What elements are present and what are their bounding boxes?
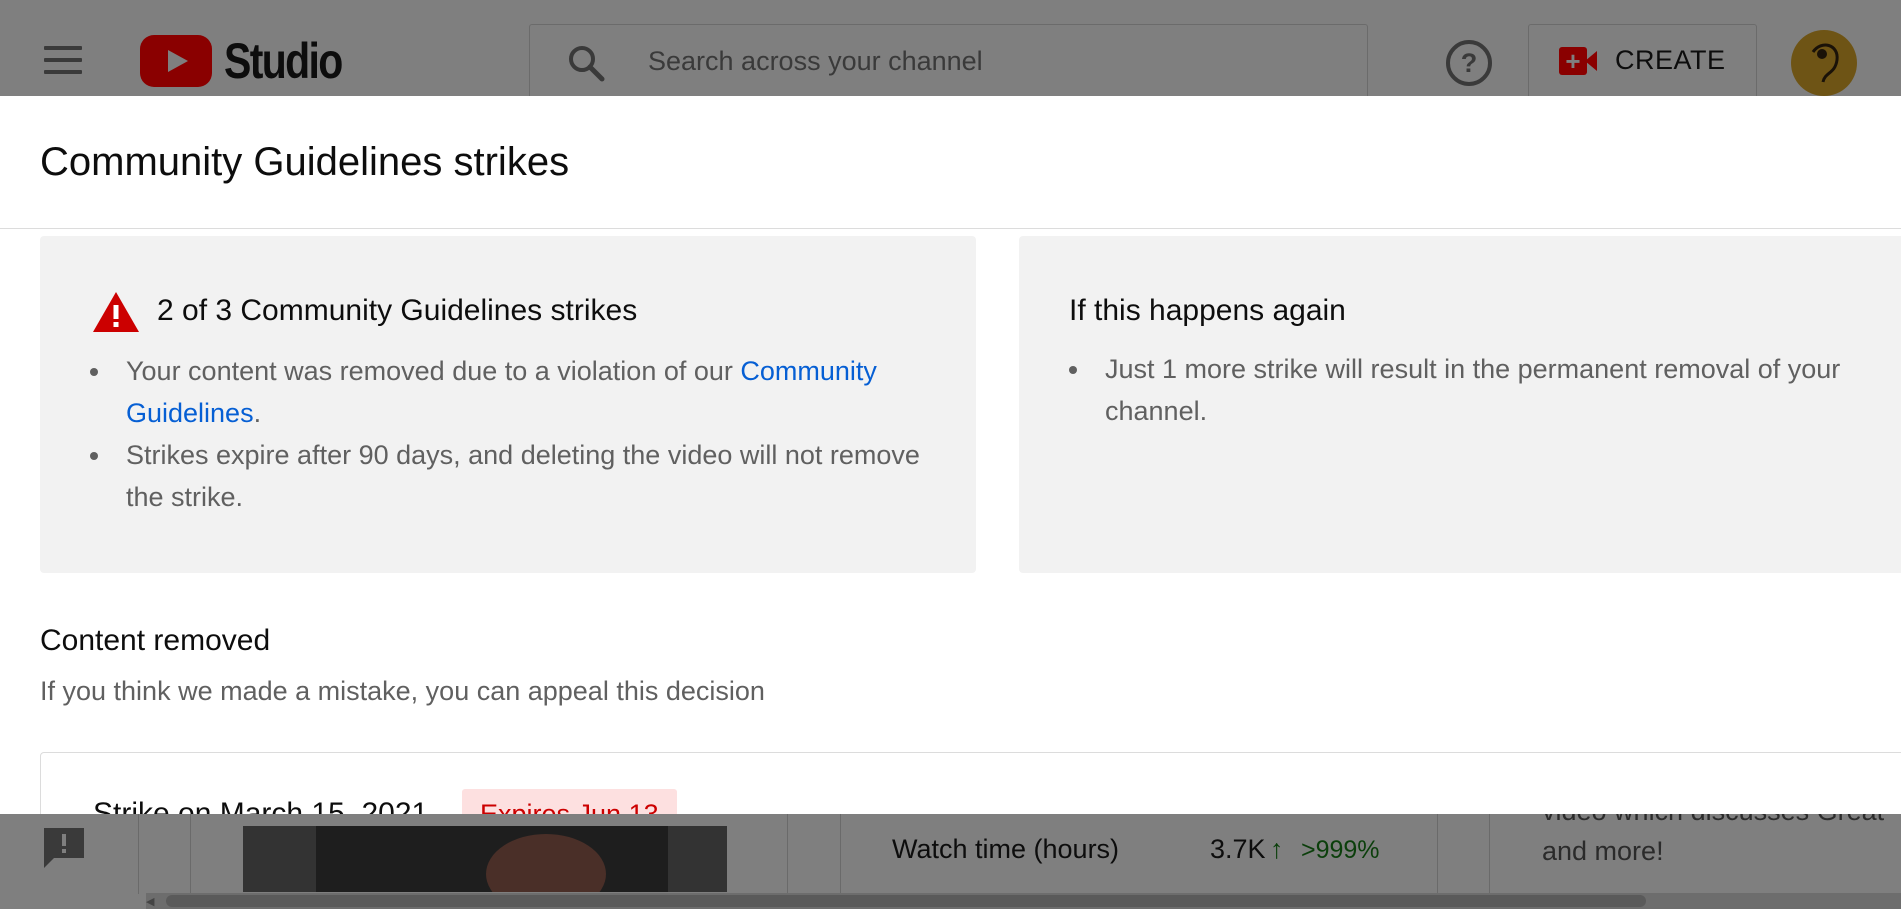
youtube-logo-icon [140,35,212,87]
avatar[interactable] [1791,30,1857,96]
create-button-label: CREATE [1615,45,1726,75]
content-removed-subtitle: If you think we made a mistake, you can … [40,676,765,706]
strike-info-list: Your content was removed due to a violat… [90,350,950,518]
youtube-studio-logo[interactable]: Studio [140,33,368,89]
scroll-left-icon[interactable]: ◀ [146,895,154,908]
dialog-header: Community Guidelines strikes [0,96,1901,229]
video-camera-plus-icon: + [1559,46,1597,75]
content-removed-title: Content removed [40,624,271,657]
studio-top-bar: Studio ? + CREATE [0,0,1901,96]
watch-time-value: 3.7K [1210,834,1266,864]
if-this-happens-again-title: If this happens again [1069,294,1346,327]
watch-time-change: >999% [1301,836,1380,864]
video-description-line: and more! [1542,836,1664,866]
studio-wordmark: Studio [224,33,343,89]
list-item: Strikes expire after 90 days, and deleti… [90,434,950,518]
expires-badge: Expires Jun 13 [462,789,677,814]
horizontal-scrollbar[interactable]: ◀ [146,893,1901,909]
dialog-title: Community Guidelines strikes [40,140,570,184]
video-thumbnail[interactable] [243,826,727,892]
column-divider [787,814,788,894]
hamburger-menu-icon[interactable] [42,46,86,78]
column-divider [1437,814,1438,894]
strike-date: Strike on March 15, 2021 [93,797,429,814]
strike-item-card[interactable]: Strike on March 15, 2021 Expires Jun 13 [40,752,1901,814]
watch-time-label: Watch time (hours) [892,834,1120,864]
strike-count-title: 2 of 3 Community Guidelines strikes [157,294,638,327]
search-icon [569,46,605,82]
list-item: Your content was removed due to a violat… [90,350,950,434]
consequence-list: Just 1 more strike will result in the pe… [1069,348,1889,432]
column-divider [1489,814,1490,894]
column-divider [138,814,139,894]
search-bar[interactable] [529,24,1368,96]
column-divider [190,814,191,894]
if-this-happens-again-card: If this happens again Just 1 more strike… [1019,236,1901,573]
help-circle-icon[interactable]: ? [1446,40,1492,86]
feedback-icon[interactable] [42,826,86,870]
community-guidelines-dialog: Community Guidelines strikes 2 of 3 Comm… [0,96,1901,814]
column-divider [840,814,841,894]
strike-count-card: 2 of 3 Community Guidelines strikes Your… [40,236,976,573]
search-input[interactable] [648,43,1328,79]
warning-triangle-icon [93,292,139,332]
list-item: Just 1 more strike will result in the pe… [1069,348,1889,432]
create-button[interactable]: + CREATE [1528,24,1757,96]
scrollbar-thumb[interactable] [166,895,1646,907]
arrow-up-icon: ↑ [1270,834,1284,864]
